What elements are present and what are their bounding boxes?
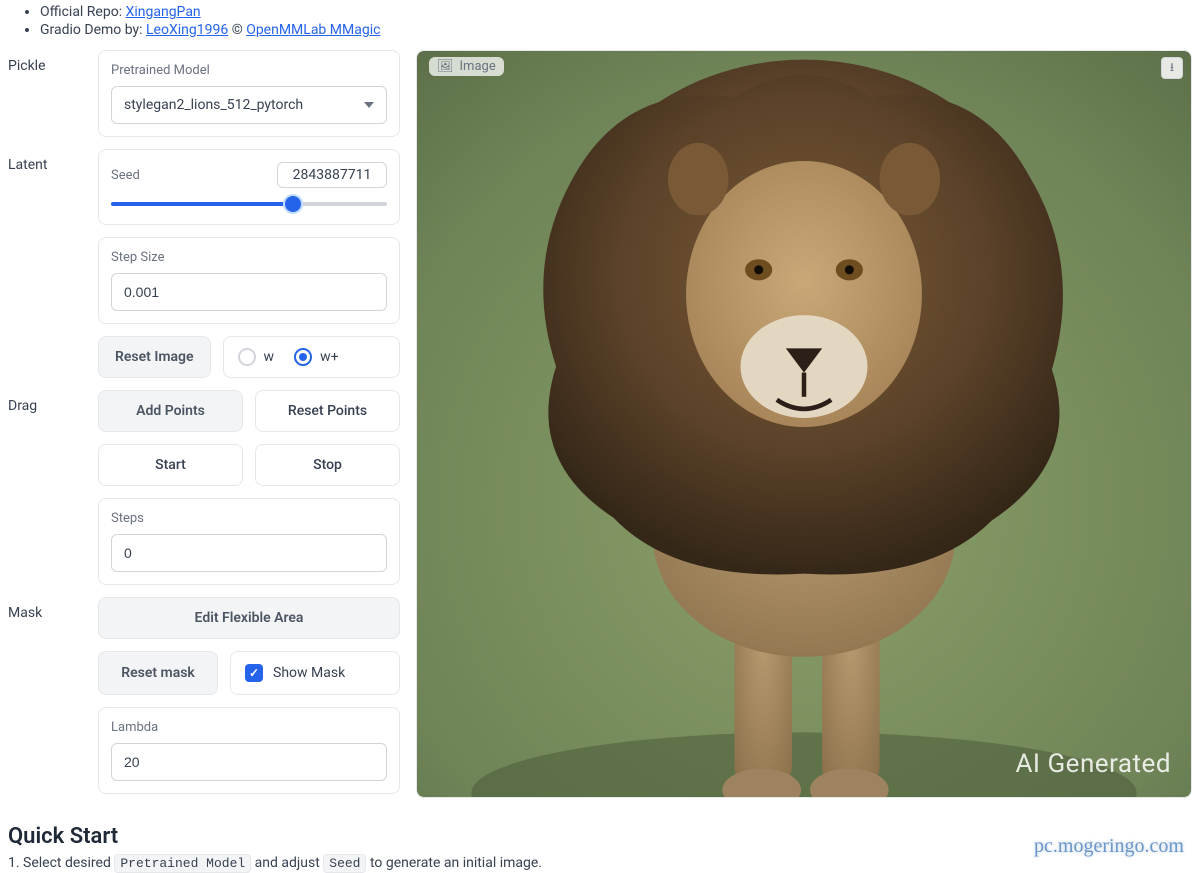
section-label-pickle: Pickle bbox=[8, 50, 98, 74]
steps-label: Steps bbox=[111, 511, 387, 526]
show-mask-label: Show Mask bbox=[273, 665, 345, 681]
quick-start-step-1: 1. Select desired Pretrained Model and a… bbox=[8, 855, 1192, 871]
output-image-panel: 🖼 Image ⭳ bbox=[416, 50, 1192, 798]
download-button[interactable]: ⭳ bbox=[1161, 57, 1183, 79]
repo-label: Official Repo: bbox=[40, 4, 122, 20]
step-size-label: Step Size bbox=[111, 250, 387, 265]
demo-org-link[interactable]: OpenMMLab MMagic bbox=[246, 22, 380, 38]
lambda-input[interactable] bbox=[111, 743, 387, 781]
pretrained-model-card: Pretrained Model stylegan2_lions_512_pyt… bbox=[98, 50, 400, 137]
lambda-card: Lambda bbox=[98, 707, 400, 794]
step-size-input[interactable] bbox=[111, 273, 387, 311]
header-credits: Official Repo: XingangPan Gradio Demo by… bbox=[8, 4, 1192, 38]
seed-value-input[interactable]: 2843887711 bbox=[277, 162, 387, 188]
radio-w-plus[interactable]: w+ bbox=[294, 348, 338, 366]
quick-start-section: Quick Start 1. Select desired Pretrained… bbox=[8, 824, 1192, 871]
seed-card: Seed 2843887711 bbox=[98, 149, 400, 225]
show-mask-checkbox-row[interactable]: ✓ Show Mask bbox=[230, 651, 400, 695]
reset-points-button[interactable]: Reset Points bbox=[255, 390, 400, 432]
image-label: Image bbox=[460, 59, 496, 74]
seed-label: Seed bbox=[111, 168, 140, 183]
steps-card: Steps bbox=[98, 498, 400, 585]
repo-link[interactable]: XingangPan bbox=[126, 4, 201, 20]
section-label-latent: Latent bbox=[8, 149, 98, 173]
slider-thumb-icon[interactable] bbox=[285, 196, 301, 212]
radio-w[interactable]: w bbox=[238, 348, 275, 366]
section-label-mask: Mask bbox=[8, 597, 98, 621]
radio-w-plus-label: w+ bbox=[320, 349, 338, 365]
generated-image[interactable] bbox=[417, 51, 1191, 797]
pretrained-model-label: Pretrained Model bbox=[111, 63, 387, 78]
image-header: 🖼 Image bbox=[429, 57, 504, 76]
reset-image-button[interactable]: Reset Image bbox=[98, 336, 211, 378]
pretrained-model-dropdown[interactable]: stylegan2_lions_512_pytorch bbox=[111, 86, 387, 124]
code-pretrained-model: Pretrained Model bbox=[114, 854, 251, 873]
radio-unchecked-icon bbox=[238, 348, 256, 366]
ai-generated-watermark: AI Generated bbox=[1015, 749, 1171, 779]
section-label-drag: Drag bbox=[8, 390, 98, 414]
stop-button[interactable]: Stop bbox=[255, 444, 400, 486]
steps-input[interactable] bbox=[111, 534, 387, 572]
reset-mask-button[interactable]: Reset mask bbox=[98, 651, 218, 695]
radio-w-label: w bbox=[264, 349, 275, 365]
demo-label: Gradio Demo by: bbox=[40, 22, 143, 38]
latent-space-radio-group: w w+ bbox=[223, 336, 400, 378]
pretrained-model-selected: stylegan2_lions_512_pytorch bbox=[124, 97, 303, 113]
lambda-label: Lambda bbox=[111, 720, 387, 735]
radio-checked-icon bbox=[294, 348, 312, 366]
step-size-card: Step Size bbox=[98, 237, 400, 324]
seed-slider[interactable] bbox=[111, 196, 387, 212]
start-button[interactable]: Start bbox=[98, 444, 243, 486]
copyright-symbol: © bbox=[232, 22, 243, 38]
chevron-down-icon bbox=[364, 102, 374, 108]
demo-author-link[interactable]: LeoXing1996 bbox=[146, 22, 228, 38]
download-icon: ⭳ bbox=[1170, 58, 1174, 79]
quick-start-title: Quick Start bbox=[8, 824, 1192, 849]
checkbox-checked-icon: ✓ bbox=[245, 664, 263, 682]
code-seed: Seed bbox=[323, 854, 366, 873]
add-points-button[interactable]: Add Points bbox=[98, 390, 243, 432]
image-icon: 🖼 bbox=[437, 59, 454, 74]
edit-flexible-area-button[interactable]: Edit Flexible Area bbox=[98, 597, 400, 639]
